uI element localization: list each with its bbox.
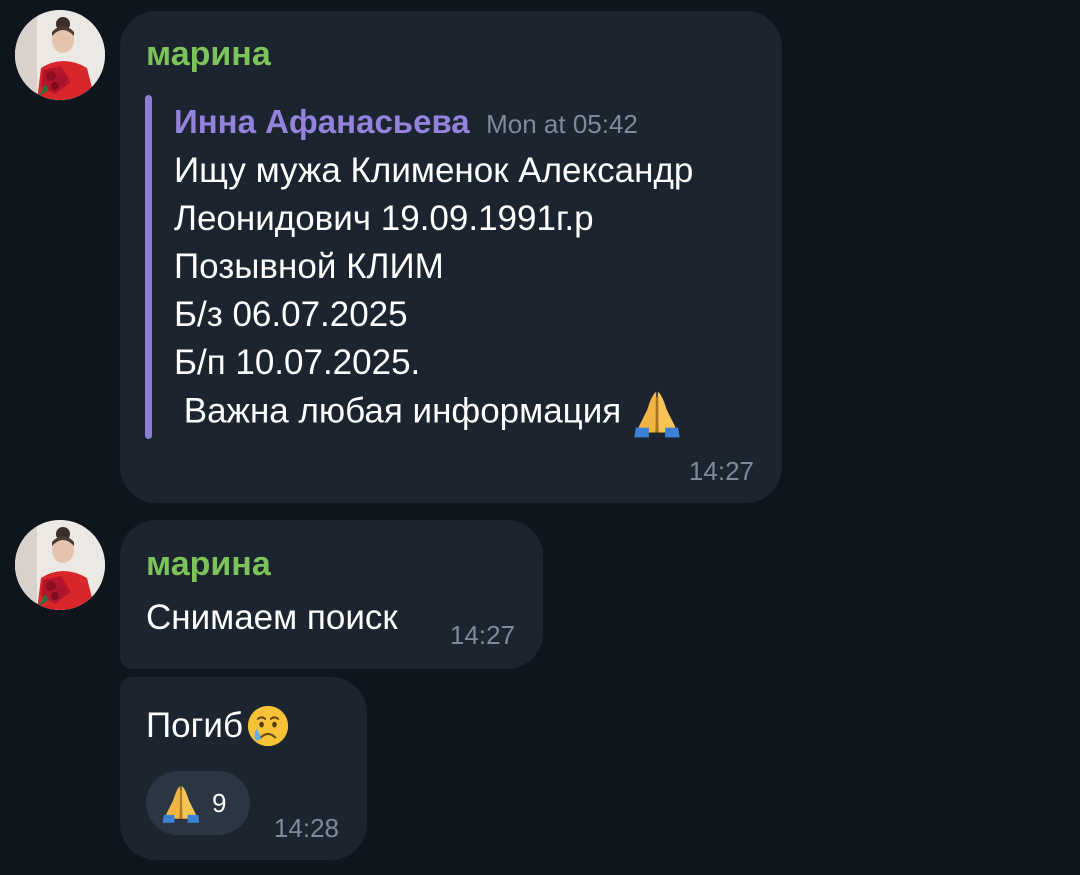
message-time: 14:27 [449, 620, 515, 650]
sender-name[interactable]: марина [146, 35, 271, 74]
message-text: Снимаем поиск [146, 598, 398, 637]
quote-text: Ищу мужа Клименок Александр Леонидович 1… [174, 147, 693, 439]
quote-line: Ищу мужа Клименок Александр [174, 151, 694, 190]
quote-line: Б/з 06.07.2025 [174, 295, 408, 334]
folded-hands-emoji [160, 782, 202, 824]
message-time: 14:27 [688, 456, 754, 486]
folded-hands-emoji [631, 387, 683, 439]
chat-view: марина Инна Афанасьева Mon at 05:42 Ищу … [0, 0, 1080, 875]
message-bubble[interactable]: марина Инна Афанасьева Mon at 05:42 Ищу … [120, 11, 782, 503]
message-text-row: Погиб [146, 703, 291, 749]
sender-name[interactable]: марина [146, 545, 271, 584]
avatar-photo [15, 10, 105, 100]
quote-date: Mon at 05:42 [486, 109, 638, 139]
message-text: Погиб [146, 706, 243, 745]
quote-author[interactable]: Инна Афанасьева [174, 103, 470, 140]
reaction-count: 9 [212, 787, 227, 818]
sender-avatar[interactable] [15, 10, 105, 100]
message-time: 14:28 [273, 813, 339, 843]
avatar-photo [15, 520, 105, 610]
forwarded-quote[interactable]: Инна Афанасьева Mon at 05:42 Ищу мужа Кл… [145, 95, 765, 439]
quote-line: Б/п 10.07.2025. [174, 343, 421, 382]
quote-accent-bar [145, 95, 152, 439]
reaction-chip[interactable]: 9 [146, 771, 250, 835]
quote-line: Леонидович 19.09.1991г.р [174, 199, 594, 238]
message-bubble[interactable]: Погиб 9 14:28 [120, 677, 367, 860]
sender-avatar[interactable] [15, 520, 105, 610]
quote-line-last: Важна любая информация [174, 387, 693, 439]
quote-line: Позывной КЛИМ [174, 247, 444, 286]
quote-header: Инна Афанасьева Mon at 05:42 [174, 103, 638, 141]
crying-face-emoji [245, 703, 291, 749]
message-bubble[interactable]: марина Снимаем поиск 14:27 [120, 520, 543, 669]
quote-line: Важна любая информация [174, 391, 622, 431]
